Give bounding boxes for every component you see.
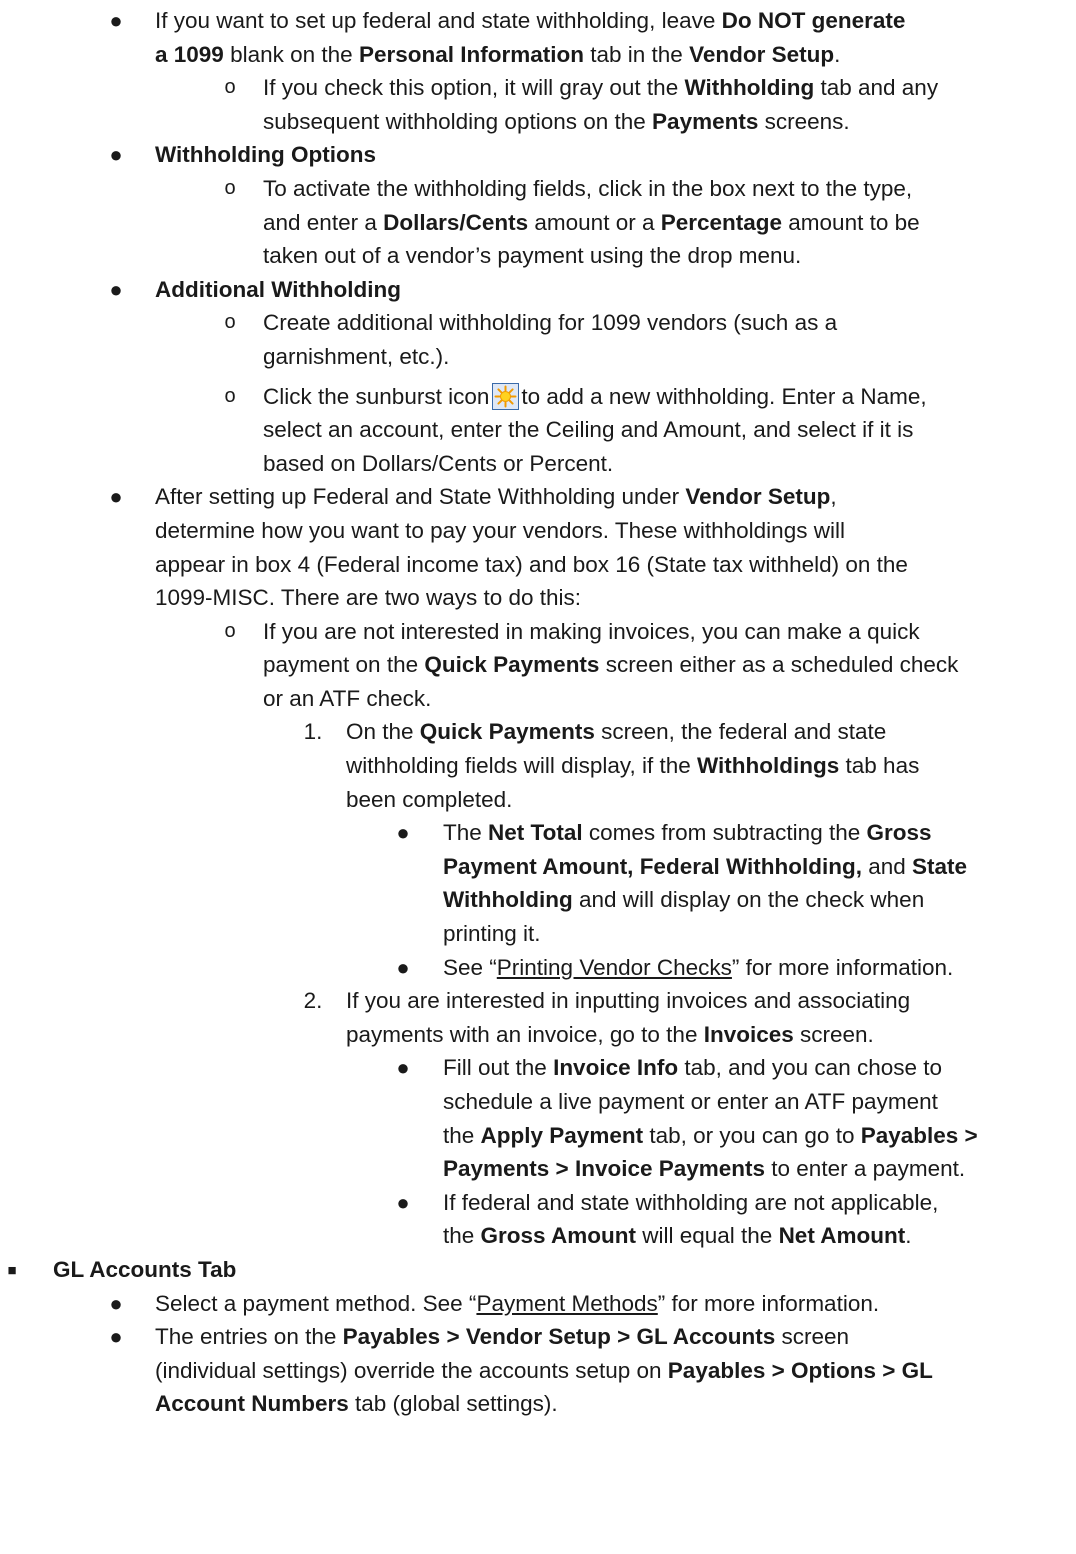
- bullet-marker: ●: [396, 954, 410, 980]
- list-item: o Create additional withholding for 1099…: [0, 306, 1076, 340]
- list-item: 1. On the Quick Payments screen, the fed…: [0, 715, 1076, 749]
- bullet-marker: ●: [109, 1290, 123, 1316]
- number-marker: 1.: [303, 719, 323, 745]
- list-item: o If you are not interested in making in…: [0, 615, 1076, 649]
- circle-marker: o: [224, 311, 236, 334]
- list-item: ● The entries on the Payables > Vendor S…: [0, 1320, 1076, 1354]
- heading: Withholding Options: [155, 142, 376, 168]
- list-item: ● Select a payment method. See “Payment …: [0, 1287, 1076, 1321]
- bullet-marker: ●: [109, 276, 123, 302]
- list-item: 2. If you are interested in inputting in…: [0, 984, 1076, 1018]
- list-item: ● Fill out the Invoice Info tab, and you…: [0, 1051, 1076, 1085]
- list-item: ● Additional Withholding: [0, 273, 1076, 307]
- bullet-marker: ●: [109, 1324, 123, 1350]
- bullet-marker: ●: [109, 142, 123, 168]
- list-item: ● The Net Total comes from subtracting t…: [0, 816, 1076, 850]
- list-item: ● If federal and state withholding are n…: [0, 1186, 1076, 1220]
- circle-marker: o: [224, 619, 236, 642]
- circle-marker: o: [224, 384, 236, 407]
- document-page: ● If you want to set up federal and stat…: [0, 0, 1076, 1421]
- list-item: ● After setting up Federal and State Wit…: [0, 480, 1076, 514]
- list-item: o Click the sunburst icon to add a new w…: [0, 380, 1076, 414]
- payment-methods-link[interactable]: Payment Methods: [476, 1291, 657, 1316]
- list-item: o To activate the withholding fields, cl…: [0, 172, 1076, 206]
- circle-marker: o: [224, 176, 236, 199]
- list-item: ● Withholding Options: [0, 138, 1076, 172]
- bullet-marker: ●: [396, 1189, 410, 1215]
- list-item: ● If you want to set up federal and stat…: [0, 4, 1076, 38]
- printing-vendor-checks-link[interactable]: Printing Vendor Checks: [497, 955, 732, 980]
- heading: Additional Withholding: [155, 276, 401, 302]
- sunburst-icon: [492, 382, 520, 410]
- list-item: o If you check this option, it will gray…: [0, 71, 1076, 105]
- square-marker: ■: [7, 1261, 17, 1279]
- bullet-marker: ●: [396, 1055, 410, 1081]
- list-item: ■ GL Accounts Tab: [0, 1253, 1076, 1287]
- number-marker: 2.: [303, 988, 323, 1014]
- list-item: ● See “Printing Vendor Checks” for more …: [0, 951, 1076, 985]
- bullet-marker: ●: [396, 820, 410, 846]
- bullet-marker: ●: [109, 8, 123, 33]
- heading: GL Accounts Tab: [53, 1256, 237, 1282]
- circle-marker: o: [224, 76, 236, 99]
- bullet-marker: ●: [109, 484, 123, 510]
